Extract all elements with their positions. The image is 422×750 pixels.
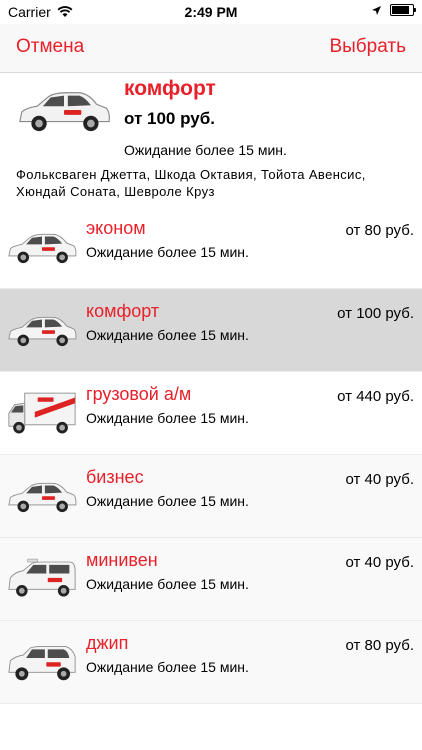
selected-tariff-panel: комфорт от 100 руб. Ожидание более 15 ми…: [0, 73, 422, 206]
tariff-wait: Ожидание более 15 мин.: [86, 576, 249, 592]
tariff-row-econom[interactable]: эконом Ожидание более 15 мин. от 80 руб.: [0, 206, 422, 289]
tariff-wait: Ожидание более 15 мин.: [86, 327, 249, 343]
tariff-price: от 40 руб.: [345, 471, 414, 488]
status-right: [371, 4, 416, 16]
navigation-bar: Отмена Выбрать: [0, 24, 422, 73]
status-time: 2:49 PM: [184, 4, 238, 20]
tariff-name: бизнес: [86, 467, 144, 487]
tariff-price: от 440 руб.: [337, 388, 414, 405]
tariff-row-minivan[interactable]: минивен Ожидание более 15 мин. от 40 руб…: [0, 538, 422, 621]
tariff-wait: Ожидание более 15 мин.: [86, 410, 249, 426]
tariff-price: от 80 руб.: [345, 222, 414, 239]
status-bar: Carrier 2:49 PM: [0, 0, 422, 24]
minivan-icon: [8, 558, 76, 597]
tariff-row-cargo[interactable]: грузовой а/м Ожидание более 15 мин. от 4…: [0, 372, 422, 455]
selected-tariff-price: от 100 руб.: [124, 109, 215, 128]
tariff-name: джип: [86, 633, 129, 653]
cancel-button[interactable]: Отмена: [16, 36, 84, 58]
battery-icon: [390, 4, 416, 16]
tariff-price: от 80 руб.: [345, 637, 414, 654]
tariff-list: эконом Ожидание более 15 мин. от 80 руб.…: [0, 206, 422, 704]
location-arrow-icon: [372, 5, 381, 15]
tariff-name: грузовой а/м: [86, 384, 192, 404]
sedan-icon: [8, 233, 77, 264]
sedan-icon: [19, 92, 110, 132]
tariff-row-comfort[interactable]: комфорт Ожидание более 15 мин. от 100 ру…: [0, 289, 422, 372]
truck-icon: [8, 392, 76, 434]
tariff-row-jeep[interactable]: джип Ожидание более 15 мин. от 80 руб.: [0, 621, 422, 704]
suv-icon: [8, 646, 76, 681]
selected-tariff-name: комфорт: [124, 77, 216, 100]
tariff-price: от 40 руб.: [345, 554, 414, 571]
tariff-price: от 100 руб.: [337, 305, 414, 322]
tariff-wait: Ожидание более 15 мин.: [86, 244, 249, 260]
selected-tariff-models: Фольксваген Джетта, Шкода Октавия, Тойот…: [16, 167, 366, 199]
tariff-wait: Ожидание более 15 мин.: [86, 659, 249, 675]
select-button[interactable]: Выбрать: [329, 36, 406, 58]
sedan-icon: [8, 316, 77, 347]
tariff-name: минивен: [86, 550, 158, 570]
tariff-name: комфорт: [86, 301, 160, 321]
tariff-wait: Ожидание более 15 мин.: [86, 493, 249, 509]
sedan-icon: [8, 482, 77, 513]
tariff-name: эконом: [86, 218, 146, 238]
tariff-row-business[interactable]: бизнес Ожидание более 15 мин. от 40 руб.: [0, 455, 422, 538]
selected-tariff-wait: Ожидание более 15 мин.: [124, 142, 287, 158]
